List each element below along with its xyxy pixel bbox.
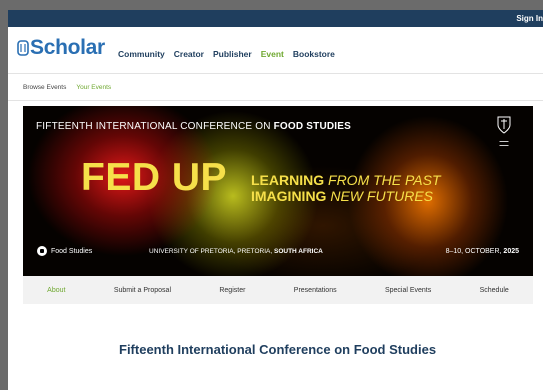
banner-theme-line1: LEARNING FROM THE PAST (251, 172, 441, 188)
tab-submit-proposal[interactable]: Submit a Proposal (114, 287, 171, 294)
top-bar: Sign In (8, 10, 543, 27)
nav-publisher[interactable]: Publisher (213, 49, 252, 59)
nav-event[interactable]: Event (261, 49, 284, 59)
your-events-link[interactable]: Your Events (76, 84, 111, 91)
crest-caption: ▬▬▬ ▬▬▬ (499, 139, 509, 147)
page-title: Fifteenth International Conference on Fo… (119, 342, 437, 357)
food-studies-logo: Food Studies (37, 246, 92, 256)
banner-headline: FED UP (81, 156, 228, 199)
banner-dates: 8–10, OCTOBER, 2025 (445, 248, 519, 255)
tab-about[interactable]: About (47, 287, 65, 294)
tab-register[interactable]: Register (219, 287, 245, 294)
nav-creator[interactable]: Creator (174, 49, 204, 59)
tab-presentations[interactable]: Presentations (294, 287, 337, 294)
browse-events-link[interactable]: Browse Events (23, 84, 66, 91)
banner-footer: Food Studies UNIVERSITY OF PRETORIA, PRE… (23, 242, 533, 262)
banner-conference-name: FIFTEENTH INTERNATIONAL CONFERENCE ON FO… (36, 121, 352, 132)
page: Sign In Scholar Community Creator Publis… (8, 10, 543, 390)
scholar-logo-icon (17, 40, 29, 56)
site-header: Scholar Community Creator Publisher Even… (8, 27, 543, 74)
sign-in-link[interactable]: Sign In (516, 14, 543, 23)
conference-nav: About Submit a Proposal Register Present… (23, 276, 533, 304)
banner-theme-line2: IMAGINING NEW FUTURES (251, 188, 434, 204)
conference-banner: FIFTEENTH INTERNATIONAL CONFERENCE ON FO… (23, 106, 533, 276)
logo-text: Scholar (30, 36, 105, 59)
food-studies-icon (37, 246, 47, 256)
banner-venue: UNIVERSITY OF PRETORIA, PRETORIA, SOUTH … (149, 248, 323, 255)
crest-icon (497, 116, 511, 134)
main-nav: Community Creator Publisher Event Bookst… (118, 49, 335, 59)
scholar-logo[interactable]: Scholar (17, 36, 105, 60)
nav-bookstore[interactable]: Bookstore (293, 49, 335, 59)
tab-schedule[interactable]: Schedule (480, 287, 509, 294)
nav-community[interactable]: Community (118, 49, 165, 59)
tab-special-events[interactable]: Special Events (385, 287, 431, 294)
food-studies-label: Food Studies (51, 247, 93, 255)
university-crest-icon: ▬▬▬ ▬▬▬ (489, 116, 519, 147)
events-subnav: Browse Events Your Events (8, 74, 543, 101)
